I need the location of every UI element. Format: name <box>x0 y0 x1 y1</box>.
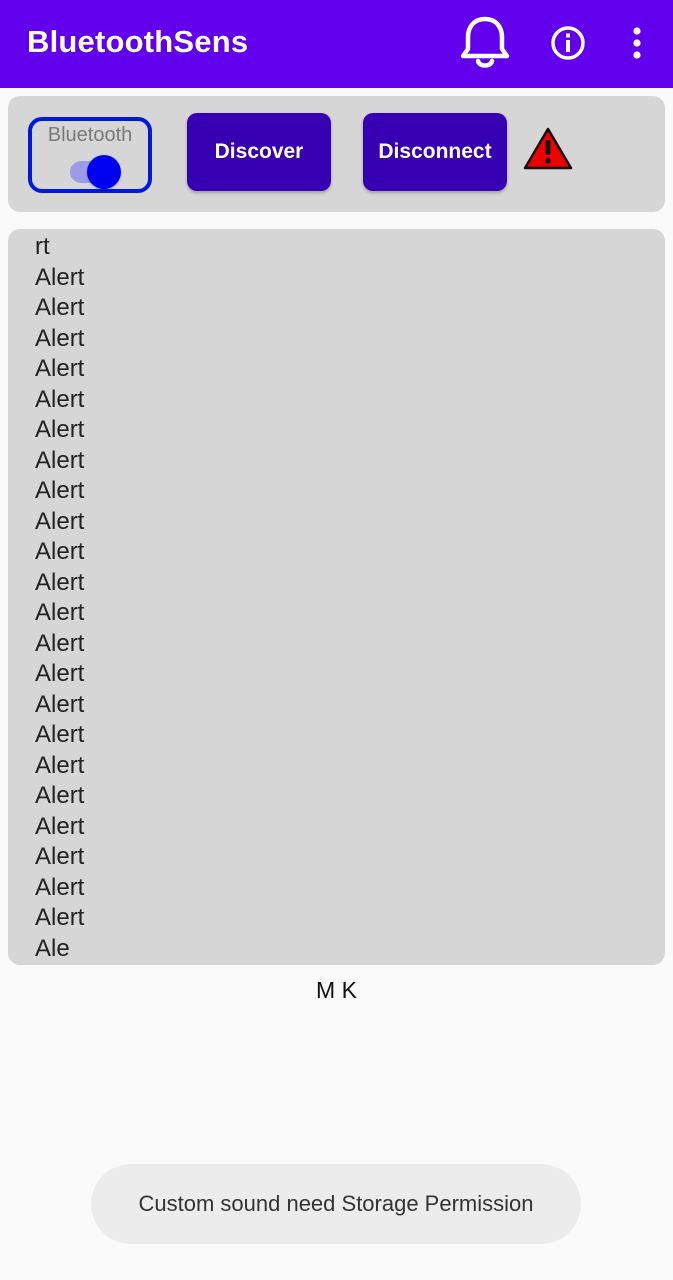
log-line: Ale <box>35 934 70 962</box>
log-line: Alert <box>35 599 85 626</box>
log-line: Alert <box>35 660 85 687</box>
control-panel: Bluetooth Discover Disconnect <box>8 96 665 212</box>
log-line: Alert <box>35 385 85 413</box>
discover-button[interactable]: Discover <box>187 113 331 191</box>
log-line: Alert <box>35 873 85 901</box>
log-line: Alert <box>35 629 85 657</box>
app-bar: BluetoothSens <box>0 0 673 88</box>
toast-message: Custom sound need Storage Permission <box>91 1164 581 1244</box>
log-line: Alert <box>35 904 85 931</box>
log-line: Alert <box>35 507 85 535</box>
log-line: Alert <box>35 538 85 565</box>
log-line: Alert <box>35 324 85 352</box>
bluetooth-switch-thumb[interactable] <box>87 155 121 189</box>
footer-initials: M K <box>316 977 357 1003</box>
log-line: Alert <box>35 751 85 779</box>
log-line: rt <box>35 233 50 260</box>
bluetooth-label: Bluetooth <box>47 124 133 146</box>
log-line: Alert <box>35 782 85 809</box>
log-line: Alert <box>35 355 85 382</box>
more-vert-icon[interactable] <box>627 26 647 60</box>
bluetooth-toggle-box: Bluetooth <box>28 117 152 193</box>
log-list: rt Alert Alert Alert Alert Alert Alert Alert Ale… <box>35 232 84 964</box>
log-panel: rt Alert Alert Alert Alert Alert Alert Alert Ale… <box>8 229 665 965</box>
info-icon[interactable] <box>549 24 587 62</box>
log-line: Alert <box>35 690 85 718</box>
log-line: Alert <box>35 812 85 840</box>
disconnect-button[interactable]: Disconnect <box>363 113 507 191</box>
log-line: Alert <box>35 843 85 870</box>
log-line: Alert <box>35 446 85 474</box>
log-line: Alert <box>35 416 85 443</box>
app-title: BluetoothSens <box>27 24 249 59</box>
log-line: Alert <box>35 568 85 596</box>
warning-icon <box>523 127 573 170</box>
bell-icon[interactable] <box>458 14 512 72</box>
log-line: Alert <box>35 477 85 504</box>
log-line: Alert <box>35 263 85 291</box>
log-line: Alert <box>35 721 85 748</box>
log-line: Alert <box>35 294 85 321</box>
